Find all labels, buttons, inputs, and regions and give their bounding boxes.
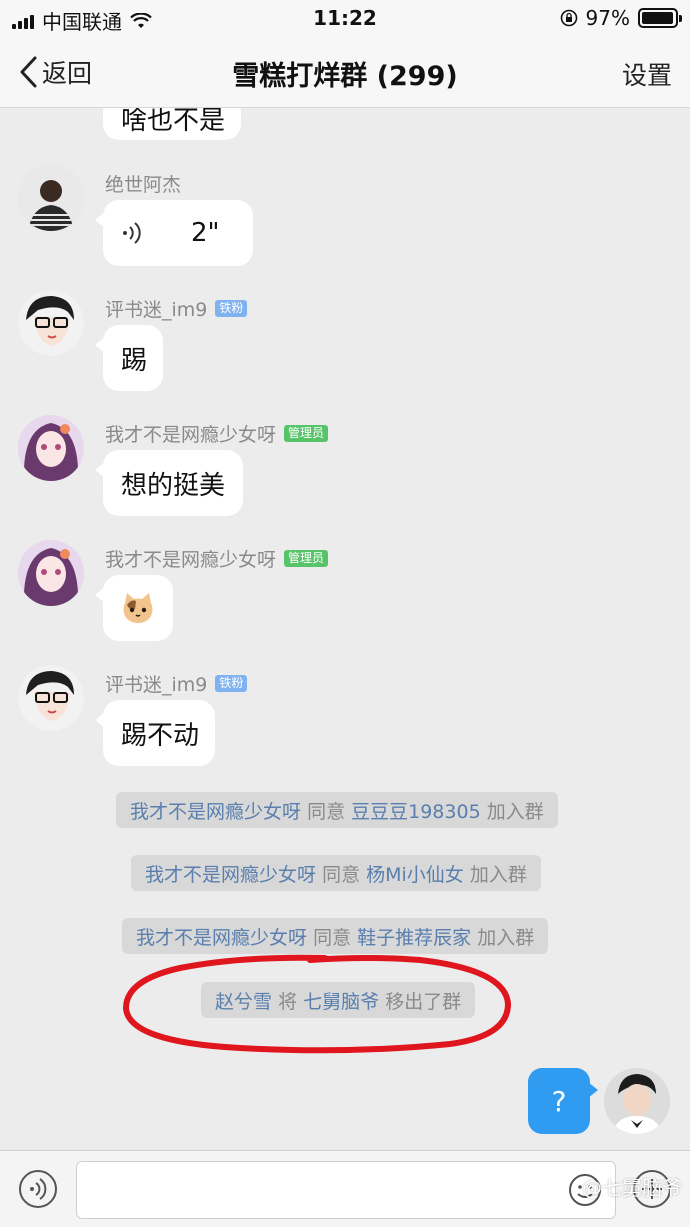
message-bubble[interactable]: 踢	[95, 325, 163, 391]
notice-verb: 同意	[307, 800, 346, 823]
system-notice: 我才不是网瘾少女呀 同意 鞋子推荐辰家 加入群	[122, 918, 549, 954]
notice-target[interactable]: 杨Mi小仙女	[366, 860, 464, 887]
notice-actor[interactable]: 我才不是网瘾少女呀	[145, 860, 316, 887]
my-avatar[interactable]	[604, 1068, 670, 1134]
message-bubble[interactable]: 踢不动	[95, 700, 215, 766]
battery-percent: 97%	[585, 6, 630, 30]
avatar[interactable]	[18, 290, 84, 356]
notice-target[interactable]: 豆豆豆198305	[351, 797, 481, 824]
message-bubble[interactable]: 想的挺美	[95, 450, 243, 516]
message-text: 踢	[121, 345, 148, 376]
voice-input-icon[interactable]	[18, 1169, 58, 1209]
voice-duration: 2"	[191, 218, 220, 248]
avatar[interactable]	[18, 665, 84, 731]
notice-suffix: 加入群	[486, 800, 544, 823]
notice-verb: 同意	[322, 863, 361, 886]
system-notice: 我才不是网瘾少女呀 同意 杨Mi小仙女 加入群	[131, 855, 541, 891]
notice-verb: 同意	[313, 926, 352, 949]
sender-name: 评书迷_im9 铁粉	[105, 670, 248, 697]
sender-name: 绝世阿杰	[105, 174, 182, 196]
rotation-lock-icon	[560, 9, 577, 27]
sender-name: 我才不是网瘾少女呀 管理员	[105, 420, 329, 447]
sender-name: 评书迷_im9 铁粉	[105, 295, 248, 322]
status-bar: 中国联通 11:22 97%	[0, 0, 690, 36]
message-text: 踢不动	[121, 720, 200, 751]
page-title: 雪糕打烊群 (299)	[232, 61, 458, 92]
notice-suffix: 加入群	[469, 863, 527, 886]
fan-badge: 铁粉	[215, 299, 248, 318]
notice-actor[interactable]: 我才不是网瘾少女呀	[136, 923, 307, 950]
avatar[interactable]	[18, 415, 84, 481]
cat-face-sticker-icon	[123, 593, 153, 623]
message-input[interactable]	[76, 1161, 616, 1219]
status-right: 97%	[560, 6, 682, 30]
admin-badge: 管理员	[284, 549, 329, 568]
battery-fill	[642, 12, 674, 24]
my-message-bubble[interactable]: ?	[528, 1068, 598, 1134]
fan-badge: 铁粉	[215, 674, 248, 693]
notice-verb: 将	[278, 990, 298, 1013]
system-notice: 我才不是网瘾少女呀 同意 豆豆豆198305 加入群	[116, 792, 558, 828]
admin-badge: 管理员	[284, 424, 329, 443]
notice-suffix: 加入群	[477, 926, 535, 949]
voice-message-bubble[interactable]: 2"	[95, 200, 253, 266]
battery-icon	[638, 8, 682, 28]
watermark: @七舅脑爷	[582, 1176, 682, 1200]
sender-name: 我才不是网瘾少女呀 管理员	[105, 545, 329, 572]
notice-actor[interactable]: 我才不是网瘾少女呀	[130, 797, 301, 824]
my-message-text: ?	[551, 1084, 567, 1118]
system-notice: 赵兮雪 将 七舅脑爷 移出了群	[201, 982, 476, 1018]
avatar[interactable]	[18, 165, 84, 231]
sticker-message-bubble[interactable]	[95, 575, 173, 641]
message-text: 想的挺美	[121, 470, 226, 501]
settings-button[interactable]: 设置	[622, 56, 672, 92]
nav-bar: 返回 雪糕打烊群 (299) 设置	[0, 36, 690, 108]
notice-target[interactable]: 七舅脑爷	[303, 987, 379, 1014]
notice-target[interactable]: 鞋子推荐辰家	[357, 923, 471, 950]
notice-suffix: 移出了群	[385, 990, 462, 1013]
notice-actor[interactable]: 赵兮雪	[215, 987, 272, 1014]
avatar[interactable]	[18, 540, 84, 606]
voice-wave-icon	[123, 222, 141, 244]
